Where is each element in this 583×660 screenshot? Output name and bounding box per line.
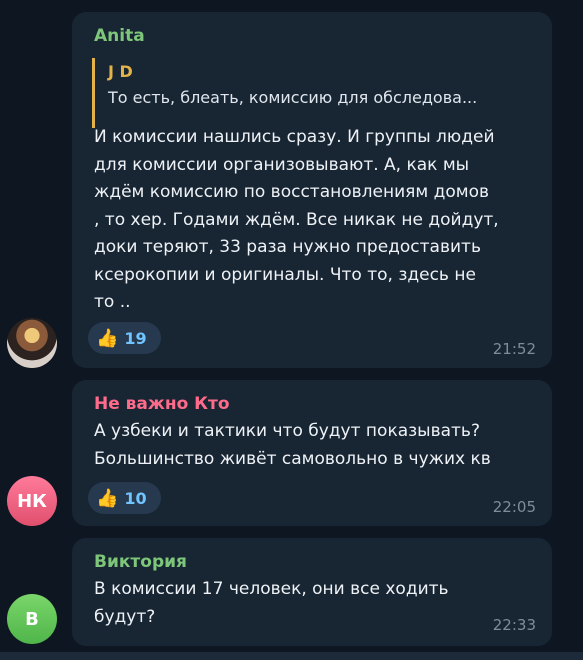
thumbs-up-icon: 👍 — [96, 327, 119, 349]
message-text: И комиссии нашлись сразу. И группы людей… — [94, 127, 499, 312]
message-time: 22:33 — [492, 616, 536, 634]
reaction-count: 10 — [124, 488, 147, 508]
reply-quote[interactable]: J D То есть, блеать, комиссию для обслед… — [92, 58, 534, 128]
sender-name[interactable]: Виктория — [94, 552, 187, 572]
sender-name[interactable]: Anita — [94, 26, 145, 46]
input-area-edge — [0, 652, 583, 660]
reaction-count: 19 — [124, 328, 147, 348]
message-time: 22:05 — [492, 498, 536, 516]
message-bubble[interactable]: Виктория В комиссии 17 человек, они все … — [72, 538, 552, 646]
quote-author: J D — [108, 62, 133, 81]
thumbs-up-icon: 👍 — [96, 487, 119, 509]
message-bubble[interactable]: Anita J D То есть, блеать, комиссию для … — [72, 12, 552, 368]
avatar[interactable]: НК — [7, 476, 57, 526]
message-time: 21:52 — [492, 340, 536, 358]
avatar[interactable]: В — [7, 594, 57, 644]
message-text: В комиссии 17 человек, они все ходить бу… — [94, 579, 449, 627]
message-bubble[interactable]: Не важно Кто А узбеки и тактики что буду… — [72, 380, 552, 526]
sender-name[interactable]: Не важно Кто — [94, 394, 230, 414]
reaction-thumbs-up[interactable]: 👍 10 — [88, 482, 161, 514]
quote-text: То есть, блеать, комиссию для обследова.… — [108, 88, 478, 107]
avatar[interactable] — [7, 318, 57, 368]
reaction-thumbs-up[interactable]: 👍 19 — [88, 322, 161, 354]
message-text: А узбеки и тактики что будут показывать?… — [94, 421, 491, 469]
